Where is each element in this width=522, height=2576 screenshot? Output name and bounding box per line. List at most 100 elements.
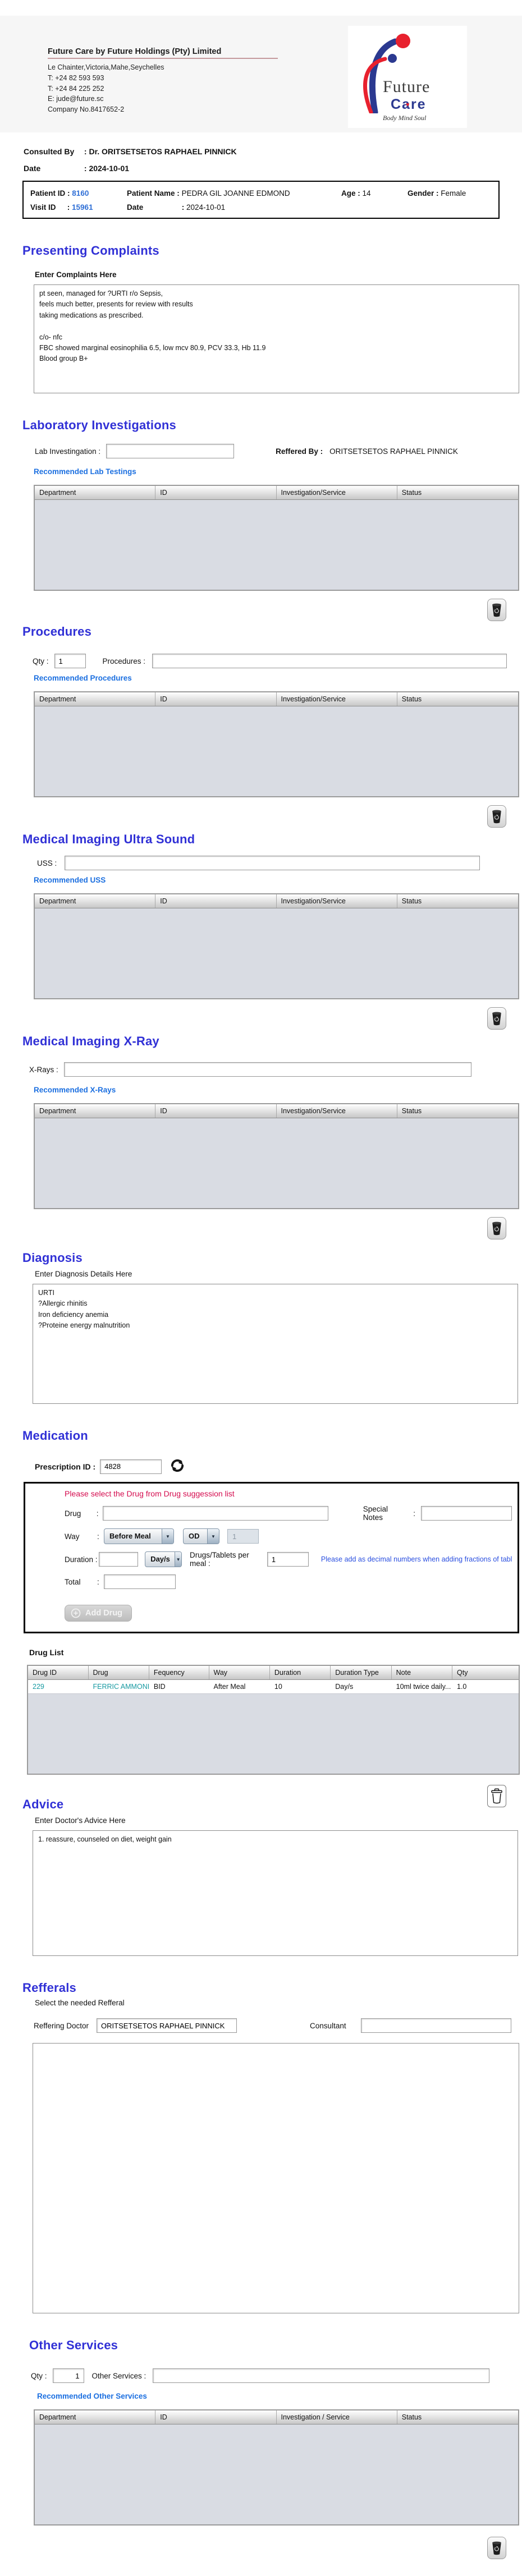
xray-trash-button[interactable] — [487, 1217, 506, 1239]
column-header: Department — [35, 894, 156, 908]
visit-date-label: Date — [127, 203, 144, 212]
uss-trash-button[interactable] — [487, 1007, 506, 1030]
refresh-prescription-button[interactable] — [170, 1458, 185, 1475]
colon: : — [67, 203, 70, 212]
column-header: Note — [392, 1666, 452, 1679]
special-notes-input[interactable] — [421, 1506, 512, 1521]
colon: : — [97, 1532, 99, 1541]
referring-doctor-input[interactable] — [97, 2018, 237, 2033]
patient-name-label: Patient Name — [127, 189, 175, 198]
total-input[interactable] — [104, 1574, 176, 1589]
chevron-down-icon: ▼ — [207, 1529, 219, 1544]
procedures-trash-button[interactable] — [487, 805, 506, 828]
uss-field-row: USS : — [37, 856, 522, 870]
company-info: Future Care by Future Holdings (Pty) Lim… — [48, 26, 278, 128]
diagnosis-textarea[interactable]: URTI ?Allergic rhinitis Iron deficiency … — [33, 1284, 518, 1404]
column-header: ID — [155, 894, 277, 908]
column-header: ID — [155, 2410, 277, 2424]
patient-name-value: PEDRA GIL JOANNE EDMOND — [181, 189, 290, 198]
column-header: ID — [155, 1104, 277, 1118]
way-meal-select[interactable]: Before Meal ▼ — [104, 1528, 174, 1544]
drug-input[interactable] — [103, 1506, 328, 1521]
company-email: E: jude@future.sc — [48, 95, 104, 103]
way-frequency-select[interactable]: OD ▼ — [183, 1528, 219, 1544]
xray-table-body — [35, 1118, 518, 1208]
column-header: ID — [155, 692, 277, 706]
duration-input[interactable] — [99, 1552, 139, 1567]
referrals-title: Refferals — [22, 1981, 76, 1995]
total-label: Total — [65, 1577, 81, 1586]
procedures-field-row: Qty : Procedures : — [33, 654, 522, 668]
consultant-input[interactable] — [360, 2018, 511, 2033]
frequency-cell: BID — [153, 1683, 166, 1691]
advice-trash-button[interactable] — [487, 1785, 506, 1807]
medication-title: Medication — [22, 1429, 88, 1443]
trash-icon — [492, 603, 501, 617]
duration-type-cell: Day/s — [335, 1683, 354, 1691]
consulted-by-value: Dr. ORITSETSETOS RAPHAEL PINNICK — [89, 147, 237, 156]
uss-title: Medical Imaging Ultra Sound — [22, 832, 195, 846]
page-header: Future Care by Future Holdings (Pty) Lim… — [0, 16, 522, 132]
lab-field-row: Lab Investingation : Reffered By : ORITS… — [35, 444, 522, 458]
other-services-qty-input[interactable] — [52, 2368, 84, 2383]
colon: : — [177, 189, 180, 198]
lab-trash-button[interactable] — [487, 599, 506, 621]
colon: : — [413, 1509, 415, 1518]
duration-unit-select[interactable]: Day/s ▼ — [145, 1551, 182, 1567]
xray-table-header: Department ID Investigation/Service Status — [35, 1104, 518, 1118]
colon: : — [97, 1577, 99, 1586]
column-header: Investigation/Service — [277, 894, 397, 908]
column-header: Department — [35, 692, 156, 706]
procedures-input[interactable] — [152, 654, 507, 668]
age-label: Age — [341, 189, 356, 198]
uss-input[interactable] — [65, 856, 480, 870]
xray-input[interactable] — [63, 1062, 471, 1077]
add-drug-label: Add Drug — [85, 1609, 123, 1618]
other-services-input[interactable] — [153, 2368, 490, 2383]
advice-textarea[interactable]: 1. reassure, counseled on diet, weight g… — [33, 1830, 518, 1956]
lab-investigation-input[interactable] — [106, 444, 235, 458]
other-services-label: Other Services : — [91, 2371, 146, 2380]
referring-doctor-label: Reffering Doctor — [34, 2021, 89, 2030]
recommended-uss-link[interactable]: Recommended USS — [34, 876, 106, 884]
add-drug-button[interactable]: Add Drug — [65, 1605, 132, 1622]
way-meal-value: Before Meal — [109, 1532, 151, 1540]
recommended-xrays-link[interactable]: Recommended X-Rays — [34, 1086, 116, 1094]
referrals-sublabel: Select the needed Refferal — [35, 1999, 125, 2007]
drug-list-row[interactable]: 229 FERRIC AMMONIU BID After Meal 10 Day… — [28, 1680, 519, 1694]
way-row: Way : Before Meal ▼ OD ▼ — [65, 1528, 512, 1544]
presenting-complaints-title: Presenting Complaints — [22, 244, 159, 258]
recommended-procedures-link[interactable]: Recommended Procedures — [34, 674, 132, 682]
other-services-table-body — [35, 2425, 518, 2524]
uss-table: Department ID Investigation/Service Status — [34, 893, 519, 999]
recommended-lab-testings-link[interactable]: Recommended Lab Testings — [34, 467, 136, 476]
colon: : — [67, 189, 70, 198]
prescription-id-input[interactable] — [100, 1459, 162, 1474]
recommended-other-services-link[interactable]: Recommended Other Services — [37, 2392, 147, 2400]
duration-row: Duration : Day/s ▼ Drugs/Tablets per mea… — [65, 1551, 512, 1568]
column-header: Department — [35, 1104, 156, 1118]
consulted-by-label: Consulted By — [24, 147, 75, 156]
column-header: Drug ID — [28, 1666, 89, 1679]
trash-outline-icon — [491, 1788, 502, 1804]
consultation-date-value: 2024-10-01 — [89, 164, 130, 173]
trash-icon — [492, 2541, 501, 2555]
column-header: Investigation / Service — [277, 2410, 397, 2424]
logo-word-future: Future — [383, 77, 431, 96]
per-meal-input[interactable] — [267, 1552, 309, 1567]
company-address: Le Chainter,Victoria,Mahe,Seychelles — [48, 63, 164, 71]
per-meal-label: Drugs/Tablets per meal : — [190, 1551, 249, 1568]
medication-entry-box: Please select the Drug from Drug suggess… — [24, 1482, 519, 1633]
complaints-textarea[interactable]: pt seen, managed for ?URTI r/o Sepsis, f… — [34, 284, 519, 393]
procedures-qty-input[interactable] — [54, 654, 86, 668]
qty-cell: 1.0 — [457, 1683, 467, 1691]
column-header: Status — [401, 2413, 422, 2421]
duration-unit-value: Day/s — [150, 1555, 170, 1563]
referred-by-label: Reffered By : — [276, 447, 323, 456]
column-header: Duration — [270, 1666, 331, 1679]
other-services-trash-button[interactable] — [487, 2537, 506, 2559]
lab-investigation-label: Lab Investingation : — [35, 447, 101, 456]
drug-suggestion-warning: Please select the Drug from Drug suggess… — [65, 1489, 235, 1498]
xray-table: Department ID Investigation/Service Status — [34, 1103, 519, 1209]
gender-label: Gender — [407, 189, 434, 198]
